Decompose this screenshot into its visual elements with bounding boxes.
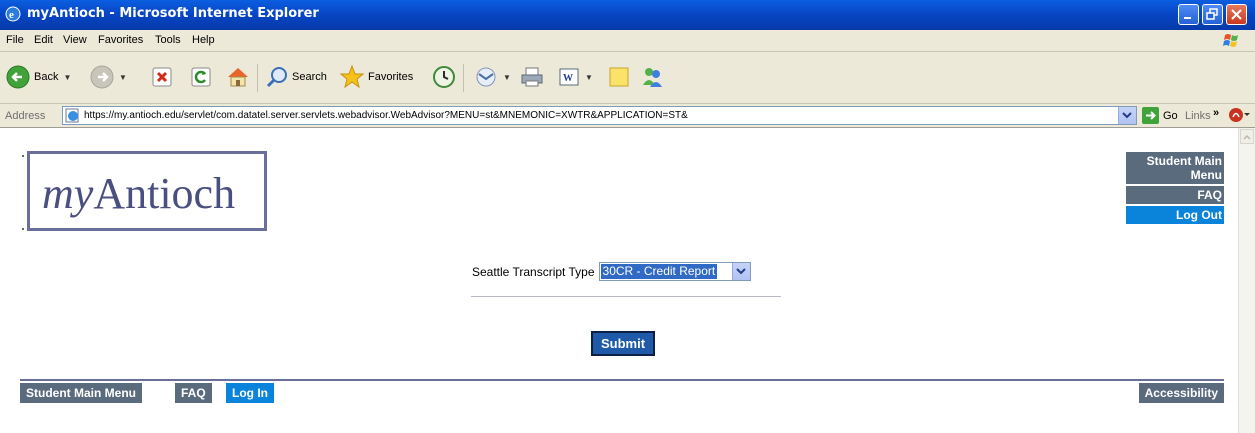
back-button[interactable]: Back ▼ — [6, 64, 71, 90]
chevron-down-icon — [735, 268, 746, 275]
back-arrow-icon — [6, 65, 30, 89]
mail-icon — [476, 67, 496, 87]
menu-edit[interactable]: Edit — [34, 34, 53, 46]
window-title-bar: e myAntioch - Microsoft Internet Explore… — [0, 0, 1255, 30]
acrobat-icon[interactable] — [1228, 107, 1250, 123]
address-url: https://my.antioch.edu/servlet/com.datat… — [84, 110, 688, 121]
back-label: Back — [34, 71, 59, 83]
search-icon — [266, 67, 287, 88]
toolbar-separator — [257, 64, 258, 92]
myantioch-logo[interactable]: myAntioch — [27, 151, 267, 231]
windows-flag-icon — [1223, 34, 1238, 47]
address-bar: Address https://my.antioch.edu/servlet/c… — [0, 104, 1255, 128]
go-button[interactable]: Go — [1142, 107, 1178, 124]
form-divider — [471, 296, 781, 297]
refresh-icon — [191, 67, 211, 87]
logo-corner-dot — [22, 228, 24, 230]
forward-dropdown-icon[interactable]: ▼ — [119, 73, 127, 82]
restore-button[interactable] — [1202, 4, 1223, 25]
ie-logo-icon: e — [5, 6, 21, 22]
logo-text-suffix: Antioch — [93, 169, 236, 218]
go-arrow-icon — [1142, 107, 1159, 124]
history-button[interactable] — [432, 64, 456, 90]
chevron-up-icon — [1243, 134, 1251, 140]
stop-button[interactable] — [151, 64, 173, 90]
scroll-up-button[interactable] — [1240, 129, 1254, 144]
svg-text:W: W — [563, 73, 573, 84]
mail-dropdown-icon[interactable]: ▼ — [503, 73, 511, 82]
transcript-type-dropdown-button[interactable] — [731, 263, 750, 280]
menu-favorites[interactable]: Favorites — [98, 34, 143, 46]
favorites-star-icon — [340, 65, 364, 89]
footer-accessibility[interactable]: Accessibility — [1138, 383, 1224, 403]
submit-button[interactable]: Submit — [591, 331, 655, 356]
messenger-icon — [643, 68, 662, 87]
side-menu-log-out[interactable]: Log Out — [1126, 206, 1224, 224]
window-title: myAntioch - Microsoft Internet Explorer — [27, 6, 319, 21]
discuss-button[interactable] — [608, 64, 630, 90]
vertical-scrollbar[interactable] — [1238, 128, 1255, 433]
side-menu-faq[interactable]: FAQ — [1126, 186, 1224, 204]
forward-arrow-icon — [90, 65, 114, 89]
minimize-button[interactable] — [1178, 4, 1199, 25]
footer-nav: Student Main Menu FAQ Log In Accessibili… — [20, 379, 1224, 403]
transcript-type-select[interactable]: 30CR - Credit Report — [598, 262, 751, 281]
address-label: Address — [5, 110, 46, 122]
menu-file[interactable]: File — [6, 34, 24, 46]
chevron-down-icon — [1122, 112, 1132, 119]
footer-faq[interactable]: FAQ — [175, 383, 212, 403]
address-input[interactable]: https://my.antioch.edu/servlet/com.datat… — [62, 106, 1137, 125]
note-icon — [609, 67, 629, 87]
footer-log-in[interactable]: Log In — [226, 383, 274, 403]
menu-bar: File Edit View Favorites Tools Help — [0, 30, 1255, 52]
word-edit-icon: W — [559, 68, 579, 86]
home-icon — [228, 68, 248, 87]
minimize-icon — [1184, 17, 1191, 19]
menu-tools[interactable]: Tools — [155, 34, 181, 46]
side-menu-student-main-menu[interactable]: Student Main Menu — [1126, 152, 1224, 184]
toolbar-separator — [463, 64, 464, 92]
messenger-button[interactable] — [640, 64, 664, 90]
home-button[interactable] — [226, 64, 250, 90]
side-menu: Student Main Menu FAQ Log Out — [1126, 152, 1224, 226]
refresh-button[interactable] — [190, 64, 212, 90]
footer-student-main-menu[interactable]: Student Main Menu — [20, 383, 142, 403]
edit-dropdown-icon[interactable]: ▼ — [585, 73, 593, 82]
go-label: Go — [1163, 109, 1178, 122]
logo-text-prefix: my — [42, 169, 94, 218]
transcript-type-selected-value: 30CR - Credit Report — [600, 264, 718, 279]
history-icon — [433, 66, 455, 88]
search-button[interactable]: Search — [266, 64, 327, 90]
search-label: Search — [292, 71, 327, 83]
close-button[interactable] — [1226, 4, 1247, 25]
stop-icon — [152, 67, 172, 87]
links-label[interactable]: Links — [1185, 110, 1211, 122]
menu-view[interactable]: View — [63, 34, 87, 46]
logo-corner-dot — [22, 155, 24, 157]
favorites-label: Favorites — [368, 71, 414, 83]
transcript-type-label: Seattle Transcript Type — [472, 264, 595, 279]
back-dropdown-icon[interactable]: ▼ — [63, 73, 71, 82]
transcript-type-row: Seattle Transcript Type 30CR - Credit Re… — [472, 262, 751, 281]
mail-button[interactable]: ▼ — [474, 64, 511, 90]
forward-button[interactable]: ▼ — [90, 64, 127, 90]
restore-icon — [1206, 8, 1218, 20]
edit-button[interactable]: W ▼ — [558, 64, 593, 90]
print-icon — [521, 67, 543, 87]
links-chevron-icon[interactable]: » — [1213, 107, 1219, 119]
logo-text: myAntioch — [42, 168, 235, 219]
favorites-button[interactable]: Favorites — [340, 64, 413, 90]
svg-text:e: e — [9, 9, 14, 21]
menu-help[interactable]: Help — [192, 34, 215, 46]
address-dropdown-button[interactable] — [1118, 107, 1136, 124]
close-icon — [1231, 9, 1242, 20]
toolbar: Back ▼ ▼ Search Favorites ▼ W ▼ — [0, 52, 1255, 104]
page-icon — [65, 108, 79, 123]
print-button[interactable] — [520, 64, 544, 90]
